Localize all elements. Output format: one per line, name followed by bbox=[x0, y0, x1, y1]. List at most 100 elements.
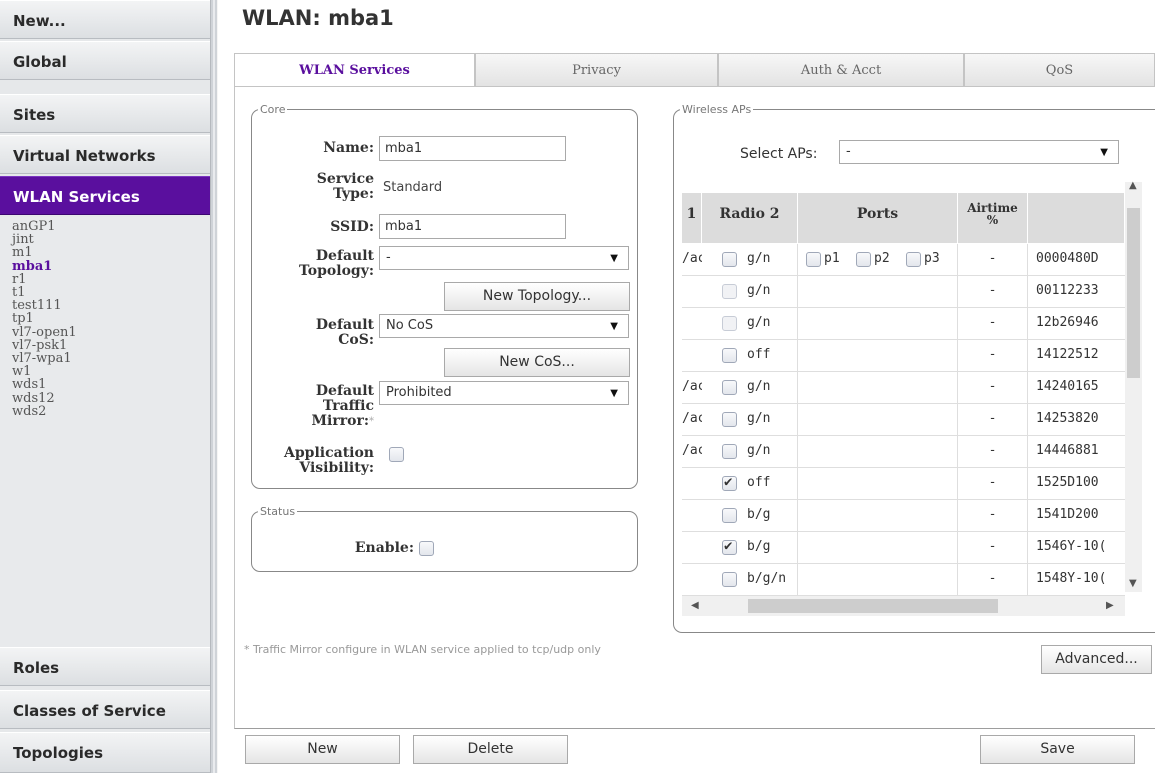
serial-cell: 14253820 bbox=[1036, 411, 1099, 426]
arrow-right-icon[interactable]: ▶ bbox=[1106, 600, 1114, 611]
name-label: Name: bbox=[323, 140, 374, 156]
radio2-checkbox[interactable] bbox=[722, 380, 737, 395]
horizontal-scrollbar[interactable]: ◀ ▶ bbox=[682, 596, 1125, 616]
column-header-radio2[interactable]: Radio 2 bbox=[702, 193, 798, 243]
column-header-airtime[interactable]: Airtime% bbox=[958, 193, 1028, 243]
tab-privacy[interactable]: Privacy bbox=[475, 53, 718, 86]
wlan-list-item[interactable]: vl7-wpa1 bbox=[12, 352, 210, 365]
radio2-checkbox[interactable] bbox=[722, 284, 737, 299]
airtime-cell: - bbox=[958, 564, 1028, 595]
wlan-list-item[interactable]: m1 bbox=[12, 246, 210, 259]
wlan-list-item[interactable]: wds1 bbox=[12, 378, 210, 391]
sidebar-splitter[interactable] bbox=[210, 0, 218, 773]
port-checkbox[interactable] bbox=[806, 252, 821, 267]
nav-global-button[interactable]: Global bbox=[0, 41, 210, 80]
airtime-cell: - bbox=[958, 404, 1028, 435]
default-traffic-mirror-select[interactable]: Prohibited ▼ bbox=[379, 381, 629, 405]
arrow-up-icon[interactable]: ▲ bbox=[1129, 180, 1137, 191]
radio2-cell: g/n bbox=[702, 372, 798, 403]
nav-virtual-networks-button[interactable]: Virtual Networks bbox=[0, 135, 210, 174]
service-type-value: Standard bbox=[383, 180, 443, 195]
nav-classes-of-service-button[interactable]: Classes of Service bbox=[0, 690, 210, 729]
nav-wlan-services-button[interactable]: WLAN Services bbox=[0, 176, 210, 215]
wlan-list-item[interactable]: test111 bbox=[12, 299, 210, 312]
table-row[interactable]: g/n -00112233 bbox=[682, 276, 1125, 308]
enable-checkbox[interactable] bbox=[419, 541, 434, 556]
column-header-serial[interactable] bbox=[1028, 193, 1125, 243]
column-header-radio1[interactable]: 1 bbox=[682, 193, 702, 243]
table-row[interactable]: g/n -12b26946 bbox=[682, 308, 1125, 340]
radio2-mode: g/n bbox=[747, 443, 771, 458]
column-header-ports[interactable]: Ports bbox=[798, 193, 958, 243]
radio2-mode: g/n bbox=[747, 251, 771, 266]
default-topology-label: Default Topology: bbox=[298, 248, 374, 279]
radio2-checkbox[interactable]: ✔ bbox=[722, 474, 737, 491]
port-label: p3 bbox=[924, 251, 940, 266]
table-row[interactable]: b/g/n -1548Y-10( bbox=[682, 564, 1125, 596]
ports-cell bbox=[798, 404, 958, 435]
select-aps-select[interactable]: - ▼ bbox=[839, 140, 1119, 164]
wlan-list-item[interactable]: vl7-open1 bbox=[12, 325, 210, 338]
nav-sites-button[interactable]: Sites bbox=[0, 94, 210, 133]
advanced-button[interactable]: Advanced... bbox=[1041, 645, 1152, 674]
tab-qos[interactable]: QoS bbox=[964, 53, 1155, 86]
serial-cell: 14240165 bbox=[1036, 379, 1099, 394]
table-row[interactable]: ✔ off -1525D100 bbox=[682, 468, 1125, 500]
table-row[interactable]: off -14122512 bbox=[682, 340, 1125, 372]
table-row[interactable]: /ac g/n -14446881 bbox=[682, 436, 1125, 468]
table-row[interactable]: /ac g/n -14240165 bbox=[682, 372, 1125, 404]
serial-cell: 1541D200 bbox=[1036, 507, 1099, 522]
serial-cell: 0000480D bbox=[1036, 251, 1099, 266]
new-button[interactable]: New bbox=[245, 735, 400, 764]
radio2-checkbox[interactable]: ✔ bbox=[722, 538, 737, 555]
name-input[interactable] bbox=[379, 136, 566, 161]
wlan-list-item[interactable]: tp1 bbox=[12, 312, 210, 325]
table-row[interactable]: b/g -1541D200 bbox=[682, 500, 1125, 532]
wlan-list-item[interactable]: anGP1 bbox=[12, 220, 210, 233]
table-row[interactable]: ✔ b/g -1546Y-10( bbox=[682, 532, 1125, 564]
vertical-scrollbar[interactable]: ▲ ▼ bbox=[1125, 180, 1142, 592]
default-cos-select[interactable]: No CoS ▼ bbox=[379, 314, 629, 338]
wlan-list-item[interactable]: wds12 bbox=[12, 391, 210, 404]
arrow-down-icon[interactable]: ▼ bbox=[1129, 578, 1137, 589]
vertical-scroll-thumb[interactable] bbox=[1127, 208, 1140, 378]
radio2-checkbox[interactable] bbox=[722, 444, 737, 459]
chevron-down-icon: ▼ bbox=[1100, 147, 1108, 158]
nav-topologies-button[interactable]: Topologies bbox=[0, 732, 210, 773]
tab-auth-acct[interactable]: Auth & Acct bbox=[718, 53, 964, 86]
ports-cell bbox=[798, 532, 958, 563]
radio2-cell: ✔ b/g bbox=[702, 532, 798, 563]
table-row[interactable]: /ac g/n p1 p2 p3 -0000480D bbox=[682, 244, 1125, 276]
nav-roles-button[interactable]: Roles bbox=[0, 647, 210, 686]
radio2-checkbox[interactable] bbox=[722, 572, 737, 587]
wlan-list-item[interactable]: r1 bbox=[12, 273, 210, 286]
new-cos-button[interactable]: New CoS... bbox=[444, 348, 630, 377]
save-button[interactable]: Save bbox=[980, 735, 1135, 764]
new-topology-button[interactable]: New Topology... bbox=[444, 282, 630, 311]
radio2-cell: g/n bbox=[702, 276, 798, 307]
chevron-down-icon: ▼ bbox=[610, 253, 618, 264]
horizontal-scroll-thumb[interactable] bbox=[748, 599, 998, 613]
arrow-left-icon[interactable]: ◀ bbox=[691, 600, 699, 611]
tab-wlan-services[interactable]: WLAN Services bbox=[234, 53, 475, 87]
port-label: p1 bbox=[824, 251, 840, 266]
radio1-cell: /ac bbox=[682, 411, 702, 426]
port-checkbox[interactable] bbox=[856, 252, 871, 267]
serial-cell: 14122512 bbox=[1036, 347, 1099, 362]
radio2-checkbox[interactable] bbox=[722, 412, 737, 427]
radio2-checkbox[interactable] bbox=[722, 252, 737, 267]
nav-new-button[interactable]: New... bbox=[0, 0, 210, 39]
port-checkbox[interactable] bbox=[906, 252, 921, 267]
table-row[interactable]: /ac g/n -14253820 bbox=[682, 404, 1125, 436]
status-group: Status bbox=[251, 505, 638, 572]
radio2-checkbox[interactable] bbox=[722, 348, 737, 363]
wlan-list-item[interactable]: wds2 bbox=[12, 405, 210, 418]
wlan-list-item[interactable]: jint bbox=[12, 233, 210, 246]
application-visibility-checkbox[interactable] bbox=[389, 447, 404, 462]
default-topology-select[interactable]: - ▼ bbox=[379, 246, 629, 270]
radio2-checkbox[interactable] bbox=[722, 316, 737, 331]
delete-button[interactable]: Delete bbox=[413, 735, 568, 764]
wlan-list-item[interactable]: mba1 bbox=[12, 259, 210, 272]
radio2-checkbox[interactable] bbox=[722, 508, 737, 523]
ssid-input[interactable] bbox=[379, 214, 566, 239]
